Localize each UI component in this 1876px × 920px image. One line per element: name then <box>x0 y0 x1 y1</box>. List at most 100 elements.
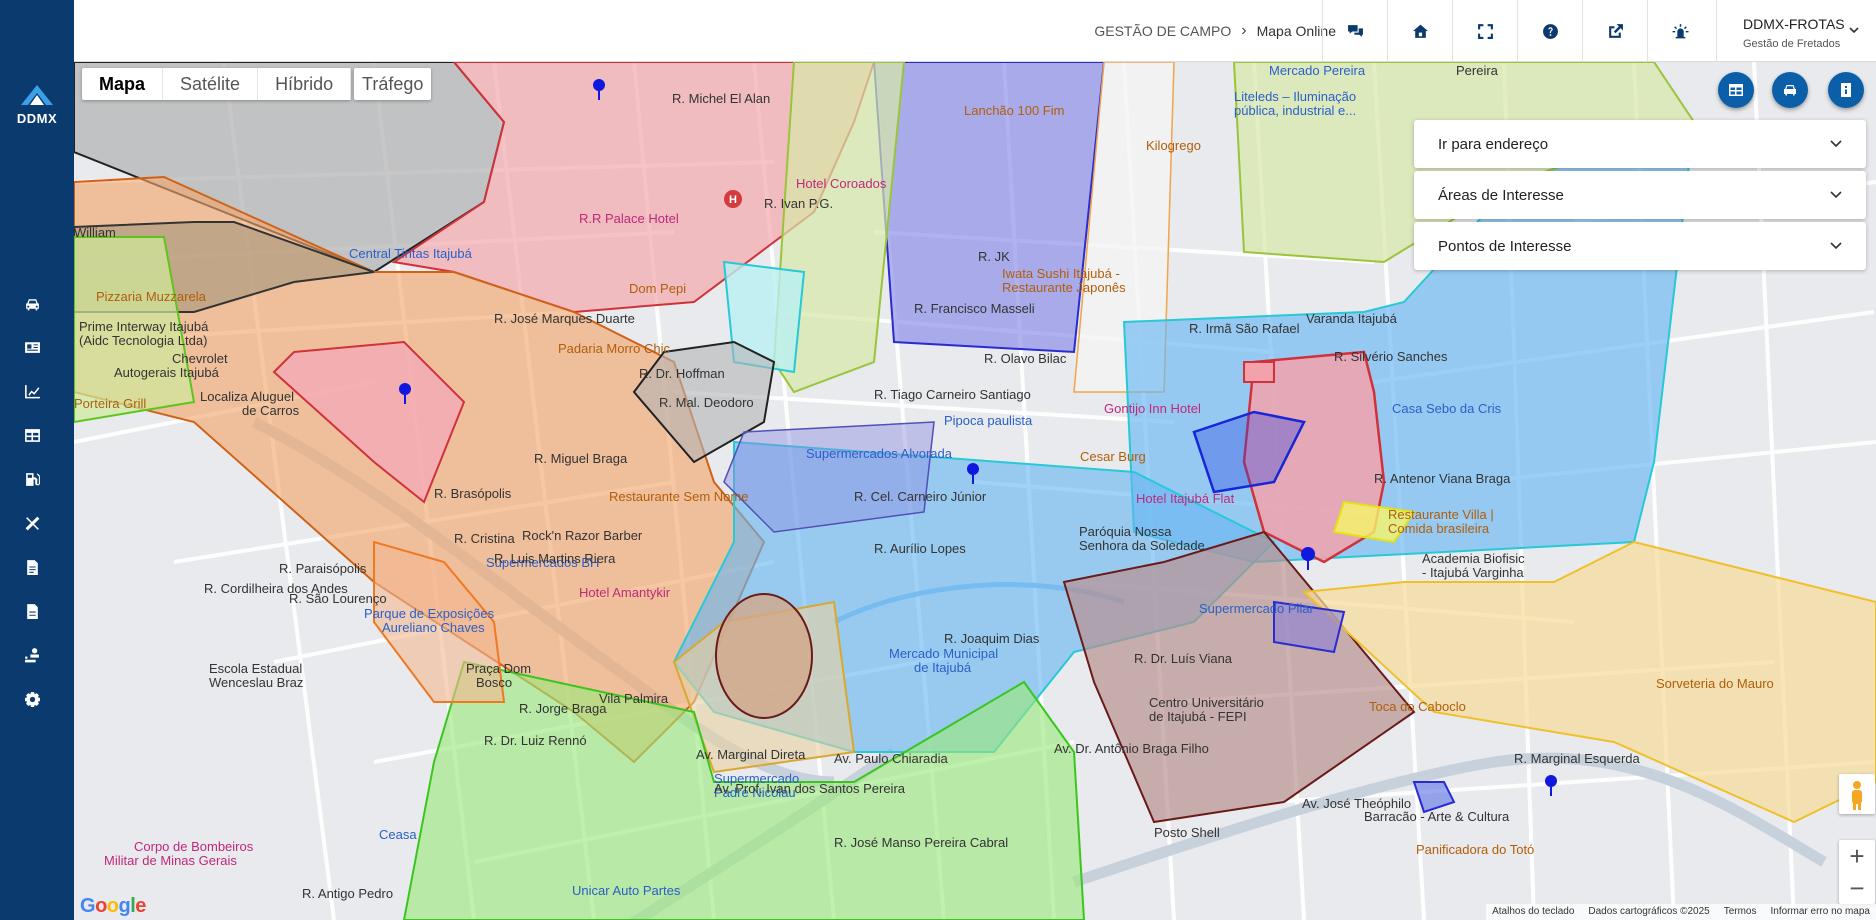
map-label: Escola Estadual <box>209 661 303 676</box>
home-button[interactable] <box>1387 0 1452 62</box>
panel-points-of-interest[interactable]: Pontos de Interesse <box>1414 222 1866 270</box>
external-link-icon <box>1608 23 1623 38</box>
map-label: Liteleds – Iluminação <box>1234 89 1357 104</box>
vehicle-marker[interactable] <box>398 382 412 406</box>
account-menu[interactable]: DDMX-FROTAS Gestão de Fretados <box>1716 0 1876 62</box>
breadcrumb-parent[interactable]: GESTÃO DE CAMPO <box>1094 23 1231 39</box>
sidebar-item-files[interactable] <box>21 600 43 622</box>
map-label: Pizzaria Muzzarela <box>96 289 206 304</box>
terms-link[interactable]: Termos <box>1724 906 1757 918</box>
vehicle-marker[interactable] <box>1300 546 1316 572</box>
sidebar-item-maintenance[interactable] <box>21 512 43 534</box>
panel-go-to-address[interactable]: Ir para endereço <box>1414 120 1866 168</box>
user-route-icon <box>24 647 39 662</box>
sidebar-item-tables[interactable] <box>21 424 43 446</box>
svg-text:H: H <box>729 194 737 206</box>
file-alt-icon <box>26 603 38 619</box>
car-icon <box>25 298 39 310</box>
id-card-icon <box>24 341 40 353</box>
street-view-pegman[interactable] <box>1839 774 1875 814</box>
map-label: Restaurante Japonês <box>1002 280 1126 295</box>
sidebar-item-vehicles[interactable] <box>21 293 43 315</box>
alarm-icon <box>1672 23 1688 38</box>
chevron-down-icon <box>1849 27 1859 34</box>
map-label: R. Dr. Luís Viana <box>1134 651 1233 666</box>
home-icon <box>1412 24 1428 38</box>
map-label: R. JK <box>978 249 1010 264</box>
map-type-hybrid[interactable]: Híbrido <box>258 68 352 100</box>
keyboard-shortcuts-link[interactable]: Atalhos do teclado <box>1492 906 1574 918</box>
map-label: Av. Dr. Antônio Braga Filho <box>1054 741 1209 756</box>
logo-mark-icon <box>21 85 53 105</box>
map-label: R. Michel El Alan <box>672 91 771 106</box>
report-error-link[interactable]: Informar erro no mapa <box>1771 906 1871 918</box>
map-label: R. Brasópolis <box>434 486 512 501</box>
breadcrumb: GESTÃO DE CAMPO › Mapa Online <box>1094 22 1336 40</box>
map-label: Gontijo Inn Hotel <box>1104 401 1201 416</box>
sidebar-item-drivers[interactable] <box>21 336 43 358</box>
map-label: de Carros <box>242 403 300 418</box>
map-label: - Itajubá Varginha <box>1422 565 1524 580</box>
map-label: Localiza Aluguel <box>200 389 294 404</box>
map-label: Senhora da Soledade <box>1079 538 1205 553</box>
map-label: R. Paraisópolis <box>279 561 367 576</box>
map-canvas[interactable]: R. Michel El Alan Lanchão 100 Fim Mercad… <box>74 62 1876 920</box>
sidebar-item-settings[interactable] <box>21 688 43 710</box>
ddmx-logo[interactable]: DDMX <box>0 84 74 128</box>
table-icon <box>24 428 40 442</box>
sidebar-item-fuel[interactable] <box>21 468 43 490</box>
map-label: Supermercados Alvorada <box>806 446 952 461</box>
map-label: R. Silvério Sanches <box>1334 349 1448 364</box>
fullscreen-button[interactable] <box>1452 0 1517 62</box>
fullscreen-icon <box>1477 23 1493 39</box>
file-icon <box>26 559 38 575</box>
google-logo[interactable]: Google <box>80 895 146 918</box>
info-icon <box>1841 83 1851 97</box>
help-button[interactable] <box>1517 0 1582 62</box>
map-label: Militar de Minas Gerais <box>104 853 237 868</box>
panel-title: Ir para endereço <box>1438 136 1549 153</box>
vehicle-marker[interactable] <box>1544 774 1558 798</box>
map-label: (Aidc Tecnologia Ltda) <box>79 333 208 348</box>
map-type-satellite[interactable]: Satélite <box>163 68 259 100</box>
external-link-button[interactable] <box>1582 0 1647 62</box>
vehicle-marker[interactable] <box>592 78 606 102</box>
alarm-button[interactable] <box>1647 0 1712 62</box>
map-label: R. Miguel Braga <box>534 451 628 466</box>
map-label: R. Joaquim Dias <box>944 631 1040 646</box>
panel-title: Pontos de Interesse <box>1438 238 1572 255</box>
map-label: Hotel Coroados <box>796 176 887 191</box>
map-label: Vila Palmira <box>599 691 669 706</box>
map-label: R. Irmã São Rafael <box>1189 321 1300 336</box>
vehicle-marker[interactable] <box>966 462 980 486</box>
zoom-out-button[interactable]: − <box>1839 872 1875 904</box>
map-label: Chevrolet <box>172 351 228 366</box>
chevron-right-icon: › <box>1241 22 1247 39</box>
table-view-button[interactable] <box>1718 72 1754 108</box>
chat-button[interactable] <box>1322 0 1387 62</box>
sidebar-item-reports[interactable] <box>21 380 43 402</box>
map-label: Kilogrego <box>1146 138 1201 153</box>
info-button[interactable] <box>1828 72 1864 108</box>
map-label: Corpo de Bombeiros <box>134 839 254 854</box>
map-label: Supermercado Pilar <box>1199 601 1314 616</box>
traffic-toggle[interactable]: Tráfego <box>354 68 432 100</box>
map-label: Restaurante Villa | <box>1388 507 1494 522</box>
zoom-in-button[interactable]: + <box>1839 840 1875 872</box>
map-label: R. José Marques Duarte <box>494 311 635 326</box>
chart-line-icon <box>24 384 40 398</box>
table-icon <box>1729 84 1743 96</box>
vehicles-button[interactable] <box>1772 72 1808 108</box>
map-label: Comida brasileira <box>1388 521 1490 536</box>
map-label: Panificadora do Totó <box>1416 842 1535 857</box>
sidebar-item-routes[interactable] <box>21 644 43 666</box>
hospital-icon[interactable]: H <box>724 190 742 208</box>
map-label: Pereira <box>1456 63 1498 78</box>
sidebar-item-documents[interactable] <box>21 556 43 578</box>
map-data-text: Dados cartográficos ©2025 <box>1588 906 1710 917</box>
map-type-map[interactable]: Mapa <box>82 68 164 100</box>
panel-areas-of-interest[interactable]: Áreas de Interesse <box>1414 171 1866 219</box>
map-label: Wenceslau Braz <box>209 675 304 690</box>
chat-icon <box>1347 24 1363 37</box>
map-label: Restaurante Sem Nome <box>609 489 749 504</box>
